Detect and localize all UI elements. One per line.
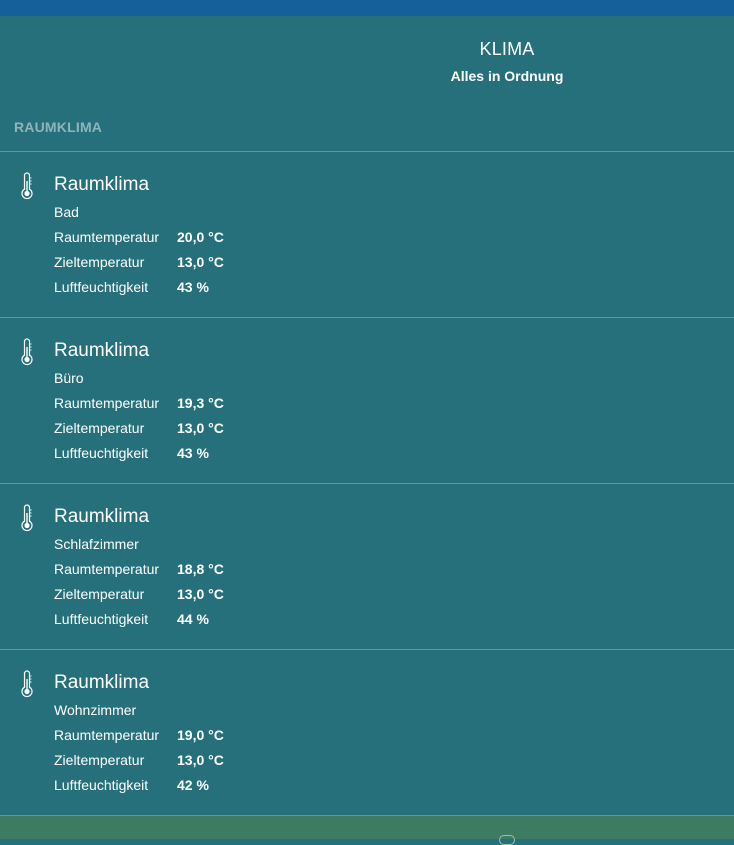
target-temperature-row: Zieltemperatur 13,0 °C <box>54 585 224 603</box>
humidity-label: Luftfeuchtigkeit <box>54 279 149 295</box>
target-temperature-value: 13,0 °C <box>177 254 224 270</box>
device-room: Bad <box>54 204 79 220</box>
room-temperature-label: Raumtemperatur <box>54 561 160 577</box>
device-room: Wohnzimmer <box>54 702 137 718</box>
target-temperature-value: 13,0 °C <box>177 586 224 602</box>
thermometer-icon <box>21 172 33 200</box>
target-temperature-label: Zieltemperatur <box>54 420 145 436</box>
partial-icon <box>499 835 515 845</box>
device-card-bad[interactable]: Raumklima Bad Raumtemperatur 20,0 °C Ziel… <box>0 152 734 317</box>
target-temperature-row: Zieltemperatur 13,0 °C <box>54 253 224 271</box>
device-card-buero[interactable]: Raumklima Büro Raumtemperatur 19,3 °C Zie… <box>0 318 734 483</box>
page-title: KLIMA <box>479 39 535 59</box>
device-title: Raumklima <box>54 672 150 693</box>
bottom-bar <box>0 816 734 845</box>
room-temperature-value: 19,0 °C <box>177 727 224 743</box>
humidity-row: Luftfeuchtigkeit 44 % <box>54 610 209 628</box>
device-title: Raumklima <box>54 340 150 361</box>
thermometer-icon <box>21 670 33 698</box>
room-temperature-value: 20,0 °C <box>177 229 224 245</box>
humidity-label: Luftfeuchtigkeit <box>54 777 149 793</box>
target-temperature-label: Zieltemperatur <box>54 586 145 602</box>
humidity-row: Luftfeuchtigkeit 43 % <box>54 444 209 462</box>
target-temperature-label: Zieltemperatur <box>54 752 145 768</box>
target-temperature-row: Zieltemperatur 13,0 °C <box>54 751 224 769</box>
target-temperature-value: 13,0 °C <box>177 752 224 768</box>
room-temperature-value: 18,8 °C <box>177 561 224 577</box>
device-card-wohnzimmer[interactable]: Raumklima Wohnzimmer Raumtemperatur 19,0 … <box>0 650 734 815</box>
device-room: Schlafzimmer <box>54 536 139 552</box>
humidity-label: Luftfeuchtigkeit <box>54 611 149 627</box>
room-temperature-row: Raumtemperatur 19,0 °C <box>54 726 224 744</box>
room-temperature-value: 19,3 °C <box>177 395 224 411</box>
page-header: KLIMA Alles in Ordnung <box>0 16 734 106</box>
status-text: Alles in Ordnung <box>450 68 564 84</box>
humidity-value: 43 % <box>177 279 209 295</box>
room-temperature-row: Raumtemperatur 20,0 °C <box>54 228 224 246</box>
device-room: Büro <box>54 370 84 386</box>
humidity-row: Luftfeuchtigkeit 42 % <box>54 776 209 794</box>
top-bar <box>0 0 734 16</box>
device-card-schlafzimmer[interactable]: Raumklima Schlafzimmer Raumtemperatur 18,… <box>0 484 734 649</box>
room-temperature-row: Raumtemperatur 19,3 °C <box>54 394 224 412</box>
humidity-value: 42 % <box>177 777 209 793</box>
target-temperature-label: Zieltemperatur <box>54 254 145 270</box>
target-temperature-row: Zieltemperatur 13,0 °C <box>54 419 224 437</box>
room-temperature-row: Raumtemperatur 18,8 °C <box>54 560 224 578</box>
thermometer-icon <box>21 338 33 366</box>
room-temperature-label: Raumtemperatur <box>54 229 160 245</box>
room-temperature-label: Raumtemperatur <box>54 727 160 743</box>
humidity-row: Luftfeuchtigkeit 43 % <box>54 278 209 296</box>
thermometer-icon <box>21 504 33 532</box>
target-temperature-value: 13,0 °C <box>177 420 224 436</box>
device-title: Raumklima <box>54 174 150 195</box>
device-title: Raumklima <box>54 506 150 527</box>
section-heading: RAUMKLIMA <box>14 119 103 135</box>
room-temperature-label: Raumtemperatur <box>54 395 160 411</box>
humidity-value: 43 % <box>177 445 209 461</box>
humidity-value: 44 % <box>177 611 209 627</box>
humidity-label: Luftfeuchtigkeit <box>54 445 149 461</box>
